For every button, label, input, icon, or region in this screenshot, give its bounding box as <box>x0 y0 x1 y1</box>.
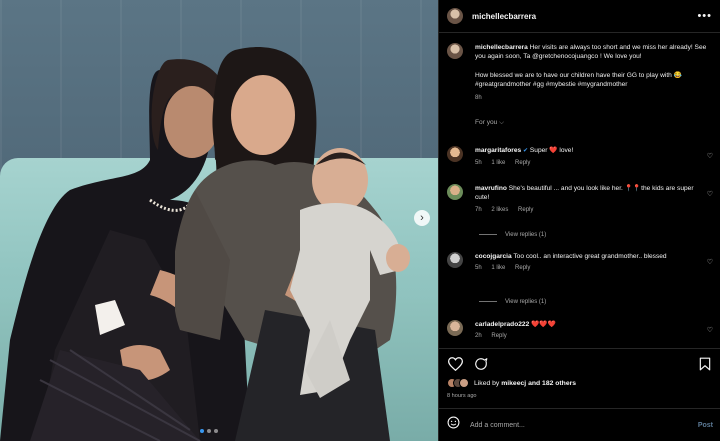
emoji-icon[interactable] <box>447 416 460 434</box>
comment-time: 2h <box>475 333 482 340</box>
post-header: michellecbarrera ••• <box>439 0 720 33</box>
bookmark-icon[interactable] <box>697 356 713 372</box>
comment-text: Too cool.. an interactive great grandmot… <box>513 253 667 260</box>
likes-summary[interactable]: Liked by mikeecj and 182 others <box>447 378 576 388</box>
comment-likes[interactable]: 1 like <box>491 160 505 166</box>
post-comment-button[interactable]: Post <box>698 422 713 429</box>
commenter-avatar[interactable] <box>447 184 463 200</box>
comment-reply-button[interactable]: Reply <box>515 265 530 271</box>
view-replies-button[interactable]: View replies (1) <box>479 232 546 238</box>
comment-likes[interactable]: 2 likes <box>491 207 508 213</box>
caption: michellecbarrera Her visits are always t… <box>439 33 720 103</box>
verified-badge-icon: ✔ <box>523 148 529 154</box>
commenter-avatar[interactable] <box>447 146 463 162</box>
heart-icon[interactable]: ♡ <box>707 258 713 266</box>
post-actions-bar <box>439 348 720 378</box>
comment-username[interactable]: mavrufino <box>475 185 507 192</box>
for-you-sort-toggle[interactable]: For you ⌵ <box>475 119 720 127</box>
caption-username[interactable]: michellecbarrera <box>475 44 528 51</box>
liker-avatar <box>459 378 469 388</box>
comment-reply-button[interactable]: Reply <box>491 333 506 339</box>
comment-item: carladelprado222 ❤️❤️❤️ 2h Reply ♡ <box>447 320 717 342</box>
comment-username[interactable]: cocojgarcia <box>475 253 512 260</box>
carousel-dot <box>214 429 218 433</box>
comment-item: margaritafores ✔ Super ❤️ love! 5h 1 lik… <box>447 146 717 169</box>
next-photo-button[interactable]: › <box>414 210 430 226</box>
comment-username[interactable]: carladelprado222 <box>475 321 529 328</box>
likes-rest[interactable]: and 182 others <box>528 380 576 387</box>
commenter-avatar[interactable] <box>447 320 463 336</box>
caption-text-2: How blessed we are to have our children … <box>475 71 682 89</box>
comment-likes[interactable]: 1 like <box>491 265 505 271</box>
post-time-ago: 8 hours ago <box>447 393 477 399</box>
more-options-icon[interactable]: ••• <box>697 10 712 22</box>
chevron-right-icon: › <box>420 212 424 224</box>
comment-text: ❤️❤️❤️ <box>531 321 556 328</box>
caption-avatar[interactable] <box>447 43 463 59</box>
heart-icon[interactable] <box>447 356 463 372</box>
comment-text: She's beautiful ... and you look like he… <box>475 185 694 202</box>
caption-timestamp: 8h <box>475 94 482 101</box>
author-avatar[interactable] <box>447 8 463 24</box>
view-replies-button[interactable]: View replies (1) <box>479 299 546 305</box>
carousel-dot <box>200 429 204 433</box>
add-comment-input[interactable]: Add a comment... <box>470 422 698 429</box>
add-comment-bar: Add a comment... Post <box>439 408 720 441</box>
comment-time: 5h <box>475 160 482 167</box>
comment-time: 5h <box>475 265 482 272</box>
heart-icon[interactable]: ♡ <box>707 152 713 160</box>
comment-item: mavrufino She's beautiful ... and you lo… <box>447 184 717 215</box>
comment-time: 7h <box>475 206 482 213</box>
comment-icon[interactable] <box>473 356 489 372</box>
post-details-panel: michellecbarrera ••• michellecbarrera He… <box>438 0 720 441</box>
post-photo[interactable]: › <box>0 0 438 441</box>
author-username[interactable]: michellecbarrera <box>472 12 697 21</box>
commenter-avatar[interactable] <box>447 252 463 268</box>
likes-prefix: Liked by <box>474 379 500 387</box>
photo-baby-figure <box>290 148 410 398</box>
heart-icon[interactable]: ♡ <box>707 326 713 334</box>
comment-username[interactable]: margaritafores <box>475 147 521 154</box>
comment-text: Super ❤️ love! <box>529 147 574 154</box>
comment-reply-button[interactable]: Reply <box>515 160 530 166</box>
heart-icon[interactable]: ♡ <box>707 190 713 198</box>
comment-reply-button[interactable]: Reply <box>518 207 533 213</box>
likes-user[interactable]: mikeecj <box>501 380 526 387</box>
comment-item: cocojgarcia Too cool.. an interactive gr… <box>447 252 717 274</box>
carousel-dot <box>207 429 211 433</box>
carousel-indicator <box>200 429 218 433</box>
